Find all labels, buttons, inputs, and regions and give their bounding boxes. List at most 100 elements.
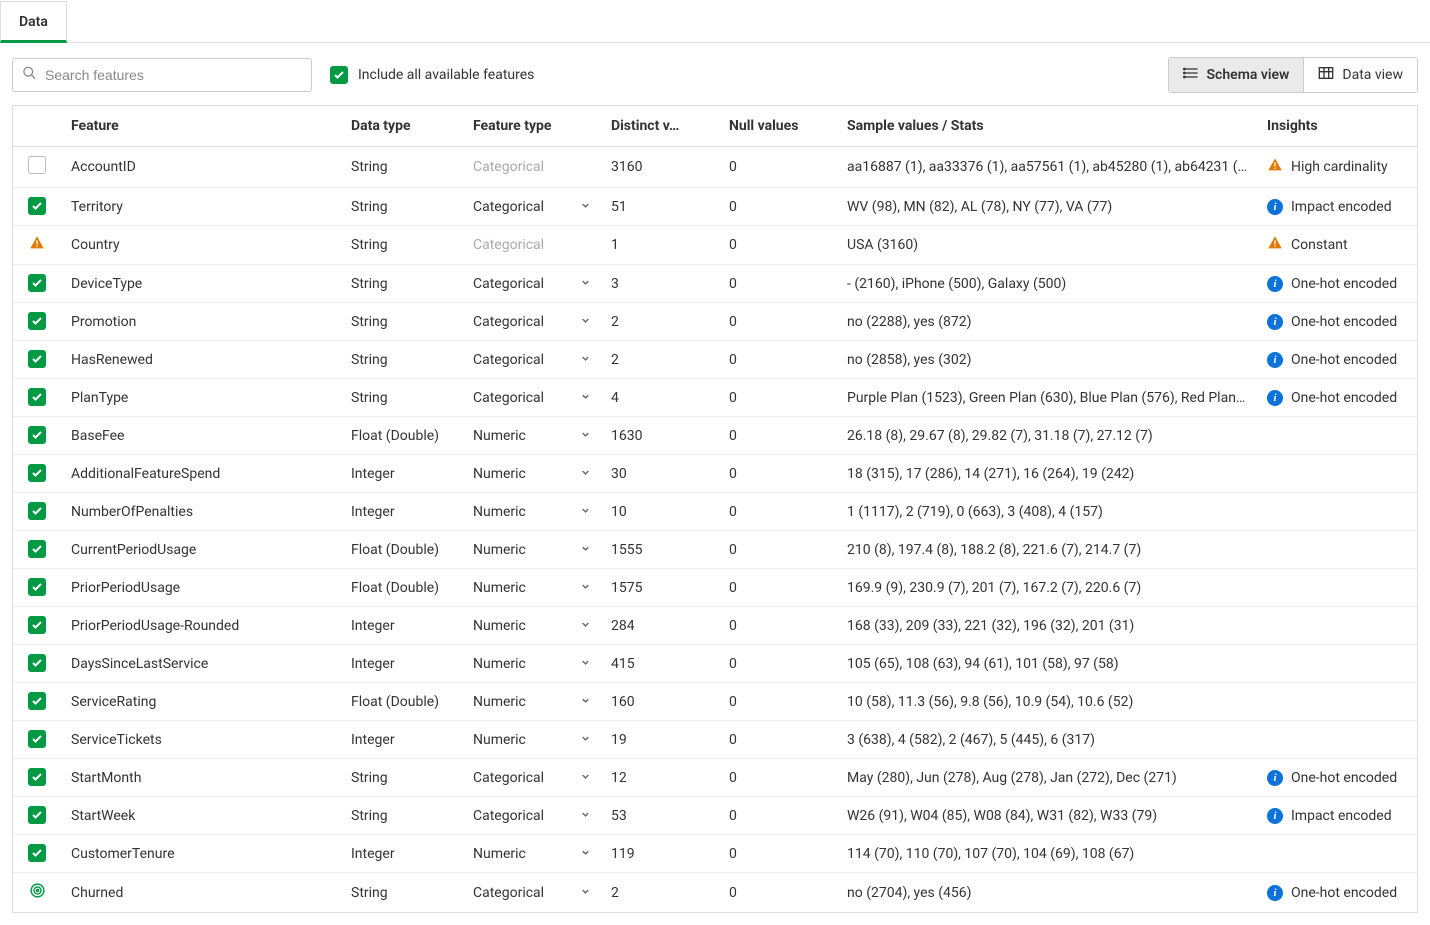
schema-view-button[interactable]: Schema view [1169, 58, 1304, 92]
table-row[interactable]: BaseFeeFloat (Double)Numeric1630026.18 (… [13, 417, 1417, 455]
table-row[interactable]: PromotionStringCategorical20no (2288), y… [13, 303, 1417, 341]
header-insights[interactable]: Insights [1257, 106, 1417, 147]
row-checkbox[interactable] [28, 540, 46, 558]
feature-type-cell[interactable]: Categorical [463, 341, 601, 379]
feature-type-cell[interactable]: Numeric [463, 493, 601, 531]
feature-type-cell[interactable]: Numeric [463, 721, 601, 759]
row-checkbox[interactable] [28, 197, 46, 215]
chevron-down-icon[interactable] [580, 732, 591, 748]
row-status-cell[interactable] [13, 683, 61, 721]
row-status-cell[interactable] [13, 759, 61, 797]
row-status-cell[interactable] [13, 265, 61, 303]
chevron-down-icon[interactable] [580, 885, 591, 901]
row-checkbox[interactable] [28, 312, 46, 330]
chevron-down-icon[interactable] [580, 694, 591, 710]
row-checkbox[interactable] [28, 426, 46, 444]
row-status-cell[interactable] [13, 531, 61, 569]
row-checkbox[interactable] [28, 388, 46, 406]
include-all-toggle[interactable]: Include all available features [330, 66, 534, 84]
header-data-type[interactable]: Data type [341, 106, 463, 147]
row-checkbox[interactable] [28, 350, 46, 368]
chevron-down-icon[interactable] [580, 276, 591, 292]
chevron-down-icon[interactable] [580, 618, 591, 634]
row-checkbox[interactable] [28, 654, 46, 672]
search-input[interactable] [12, 58, 312, 92]
table-row[interactable]: CustomerTenureIntegerNumeric1190114 (70)… [13, 835, 1417, 873]
row-status-cell[interactable] [13, 341, 61, 379]
row-status-cell[interactable] [13, 873, 61, 913]
row-checkbox[interactable] [28, 156, 46, 174]
table-row[interactable]: PriorPeriodUsage-RoundedIntegerNumeric28… [13, 607, 1417, 645]
row-status-cell[interactable] [13, 493, 61, 531]
row-status-cell[interactable] [13, 226, 61, 265]
table-row[interactable]: PriorPeriodUsageFloat (Double)Numeric157… [13, 569, 1417, 607]
row-status-cell[interactable] [13, 835, 61, 873]
row-status-cell[interactable] [13, 303, 61, 341]
chevron-down-icon[interactable] [580, 770, 591, 786]
table-row[interactable]: HasRenewedStringCategorical20no (2858), … [13, 341, 1417, 379]
feature-type-cell[interactable]: Numeric [463, 835, 601, 873]
table-row[interactable]: NumberOfPenaltiesIntegerNumeric1001 (111… [13, 493, 1417, 531]
row-checkbox[interactable] [28, 464, 46, 482]
table-row[interactable]: AdditionalFeatureSpendIntegerNumeric3001… [13, 455, 1417, 493]
chevron-down-icon[interactable] [580, 808, 591, 824]
feature-type-cell[interactable]: Categorical [463, 873, 601, 913]
table-row[interactable]: ServiceTicketsIntegerNumeric1903 (638), … [13, 721, 1417, 759]
row-status-cell[interactable] [13, 569, 61, 607]
feature-type-cell[interactable]: Numeric [463, 531, 601, 569]
tab-data[interactable]: Data [0, 1, 67, 43]
row-checkbox[interactable] [28, 692, 46, 710]
row-status-cell[interactable] [13, 455, 61, 493]
feature-type-cell[interactable]: Numeric [463, 455, 601, 493]
row-status-cell[interactable] [13, 607, 61, 645]
header-distinct[interactable]: Distinct v… [601, 106, 719, 147]
feature-type-cell[interactable]: Numeric [463, 607, 601, 645]
feature-type-cell[interactable]: Numeric [463, 683, 601, 721]
row-checkbox[interactable] [28, 502, 46, 520]
header-feature-type[interactable]: Feature type [463, 106, 601, 147]
feature-type-cell[interactable]: Categorical [463, 265, 601, 303]
chevron-down-icon[interactable] [580, 466, 591, 482]
chevron-down-icon[interactable] [580, 656, 591, 672]
table-row[interactable]: DaysSinceLastServiceIntegerNumeric415010… [13, 645, 1417, 683]
table-row[interactable]: DeviceTypeStringCategorical30- (2160), i… [13, 265, 1417, 303]
header-feature[interactable]: Feature [61, 106, 341, 147]
chevron-down-icon[interactable] [580, 314, 591, 330]
row-checkbox[interactable] [28, 274, 46, 292]
feature-type-cell[interactable]: Numeric [463, 645, 601, 683]
chevron-down-icon[interactable] [580, 504, 591, 520]
feature-type-cell[interactable]: Categorical [463, 379, 601, 417]
table-row[interactable]: CurrentPeriodUsageFloat (Double)Numeric1… [13, 531, 1417, 569]
table-row[interactable]: ChurnedStringCategorical20no (2704), yes… [13, 873, 1417, 913]
chevron-down-icon[interactable] [580, 542, 591, 558]
data-view-button[interactable]: Data view [1303, 58, 1417, 92]
chevron-down-icon[interactable] [580, 352, 591, 368]
table-row[interactable]: AccountIDStringCategorical31600aa16887 (… [13, 147, 1417, 188]
feature-type-cell[interactable]: Numeric [463, 569, 601, 607]
feature-type-cell[interactable]: Categorical [463, 797, 601, 835]
row-status-cell[interactable] [13, 417, 61, 455]
chevron-down-icon[interactable] [580, 428, 591, 444]
row-checkbox[interactable] [28, 768, 46, 786]
header-null[interactable]: Null values [719, 106, 837, 147]
row-checkbox[interactable] [28, 578, 46, 596]
row-status-cell[interactable] [13, 797, 61, 835]
row-checkbox[interactable] [28, 616, 46, 634]
chevron-down-icon[interactable] [580, 199, 591, 215]
row-checkbox[interactable] [28, 844, 46, 862]
row-status-cell[interactable] [13, 379, 61, 417]
header-sample[interactable]: Sample values / Stats [837, 106, 1257, 147]
chevron-down-icon[interactable] [580, 390, 591, 406]
table-row[interactable]: StartWeekStringCategorical530W26 (91), W… [13, 797, 1417, 835]
chevron-down-icon[interactable] [580, 580, 591, 596]
feature-type-cell[interactable]: Categorical [463, 759, 601, 797]
row-checkbox[interactable] [28, 806, 46, 824]
row-status-cell[interactable] [13, 645, 61, 683]
table-row[interactable]: PlanTypeStringCategorical40Purple Plan (… [13, 379, 1417, 417]
table-row[interactable]: ServiceRatingFloat (Double)Numeric160010… [13, 683, 1417, 721]
chevron-down-icon[interactable] [580, 846, 591, 862]
feature-type-cell[interactable]: Categorical [463, 303, 601, 341]
table-row[interactable]: CountryStringCategorical10USA (3160)Cons… [13, 226, 1417, 265]
table-row[interactable]: TerritoryStringCategorical510WV (98), MN… [13, 188, 1417, 226]
table-row[interactable]: StartMonthStringCategorical120May (280),… [13, 759, 1417, 797]
